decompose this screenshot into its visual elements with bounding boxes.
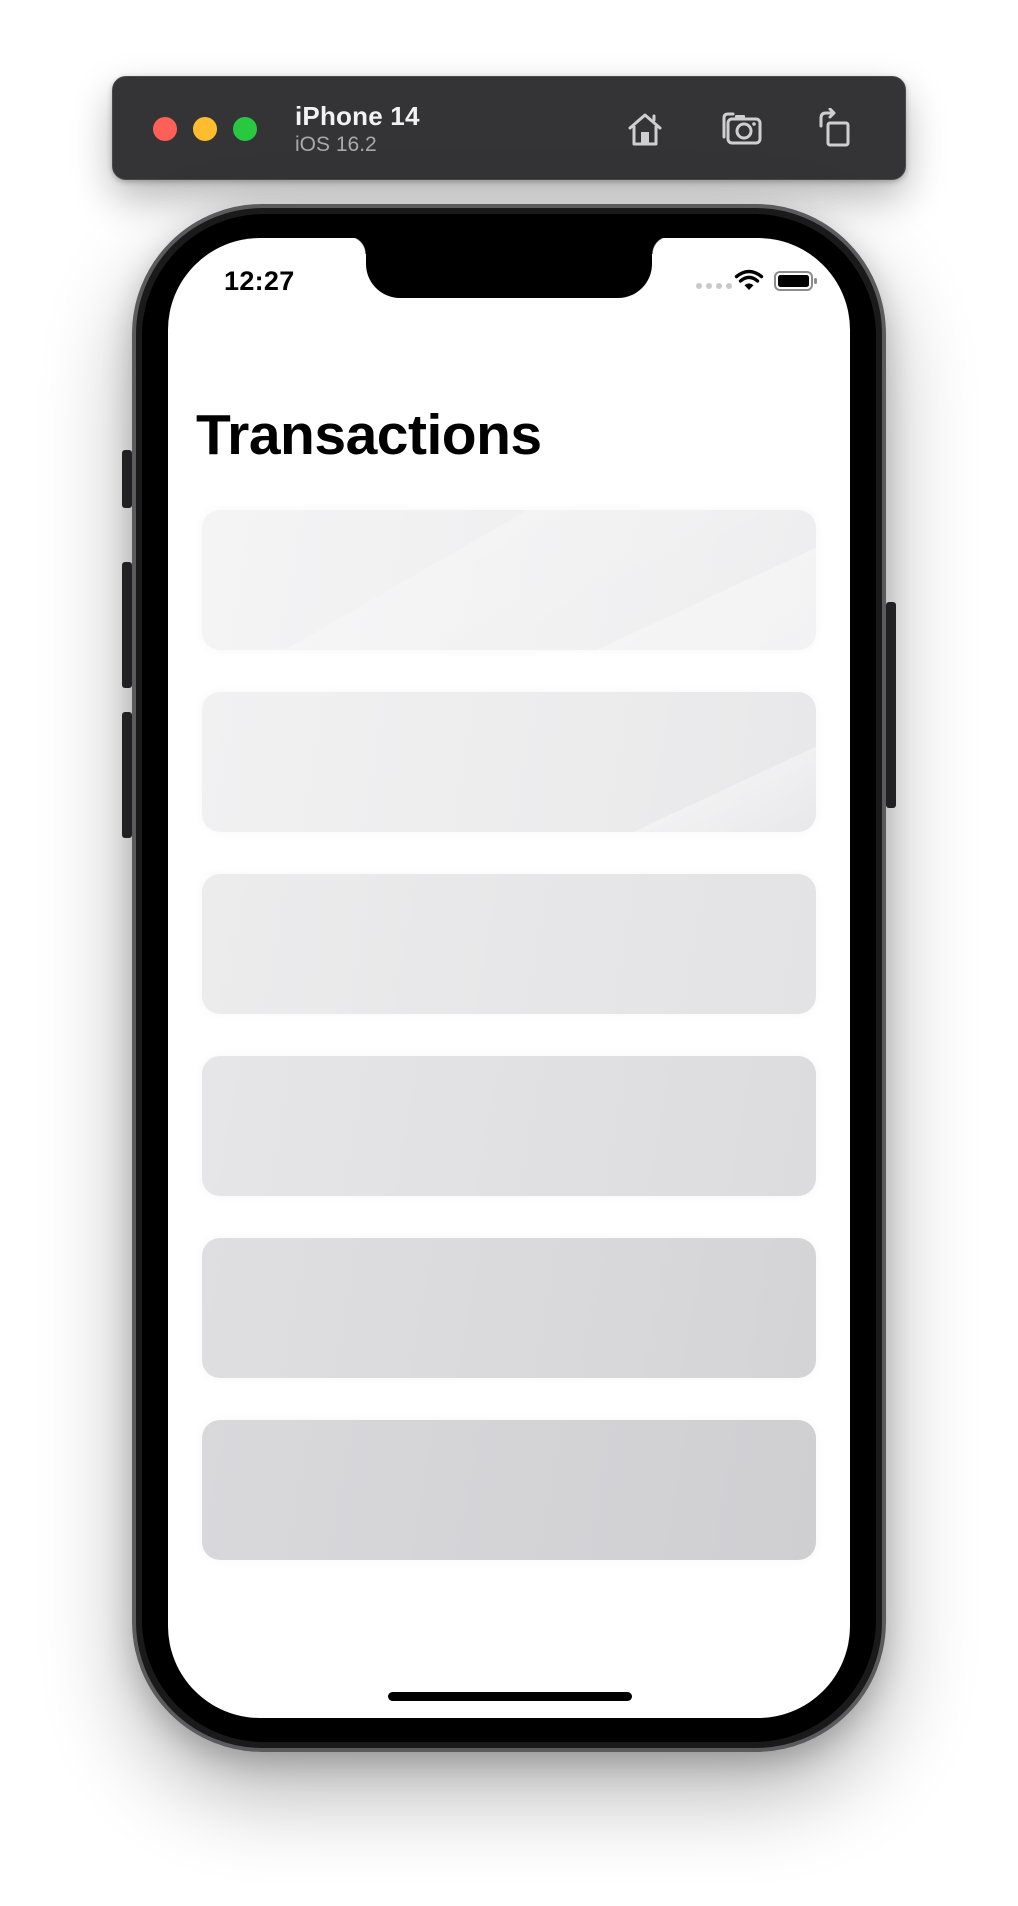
device-name: iPhone 14 (295, 101, 420, 131)
status-time: 12:27 (224, 266, 295, 296)
minimize-window-button[interactable] (193, 117, 217, 141)
power-button (886, 602, 896, 808)
simulator-stage: iPhone 14 iOS 16.2 12:27 Transactions (0, 0, 1018, 1906)
wifi-icon (734, 269, 764, 290)
screenshot-icon (722, 112, 762, 145)
simulator-toolbar: iPhone 14 iOS 16.2 (112, 76, 906, 180)
page-title: Transactions (196, 403, 542, 467)
screenshot-button[interactable] (718, 105, 766, 153)
phone-screen: 12:27 Transactions (168, 238, 850, 1718)
home-button[interactable] (621, 105, 669, 153)
transaction-placeholder-row (202, 874, 816, 1014)
zoom-window-button[interactable] (233, 117, 257, 141)
rotate-button[interactable] (811, 105, 859, 153)
rotate-icon (819, 108, 850, 147)
battery-icon (774, 271, 817, 291)
home-icon (628, 113, 662, 146)
notch (348, 238, 670, 298)
os-version: iOS 16.2 (295, 133, 377, 156)
transaction-placeholder-row (202, 692, 816, 832)
transaction-placeholder-row (202, 1238, 816, 1378)
home-indicator[interactable] (388, 1692, 632, 1701)
signal-dots-icon (696, 283, 732, 289)
close-window-button[interactable] (153, 117, 177, 141)
volume-up-button (122, 562, 132, 688)
silent-switch (122, 450, 132, 508)
transaction-placeholder-row (202, 1420, 816, 1560)
volume-down-button (122, 712, 132, 838)
transaction-placeholder-row (202, 1056, 816, 1196)
transaction-placeholder-row (202, 510, 816, 650)
